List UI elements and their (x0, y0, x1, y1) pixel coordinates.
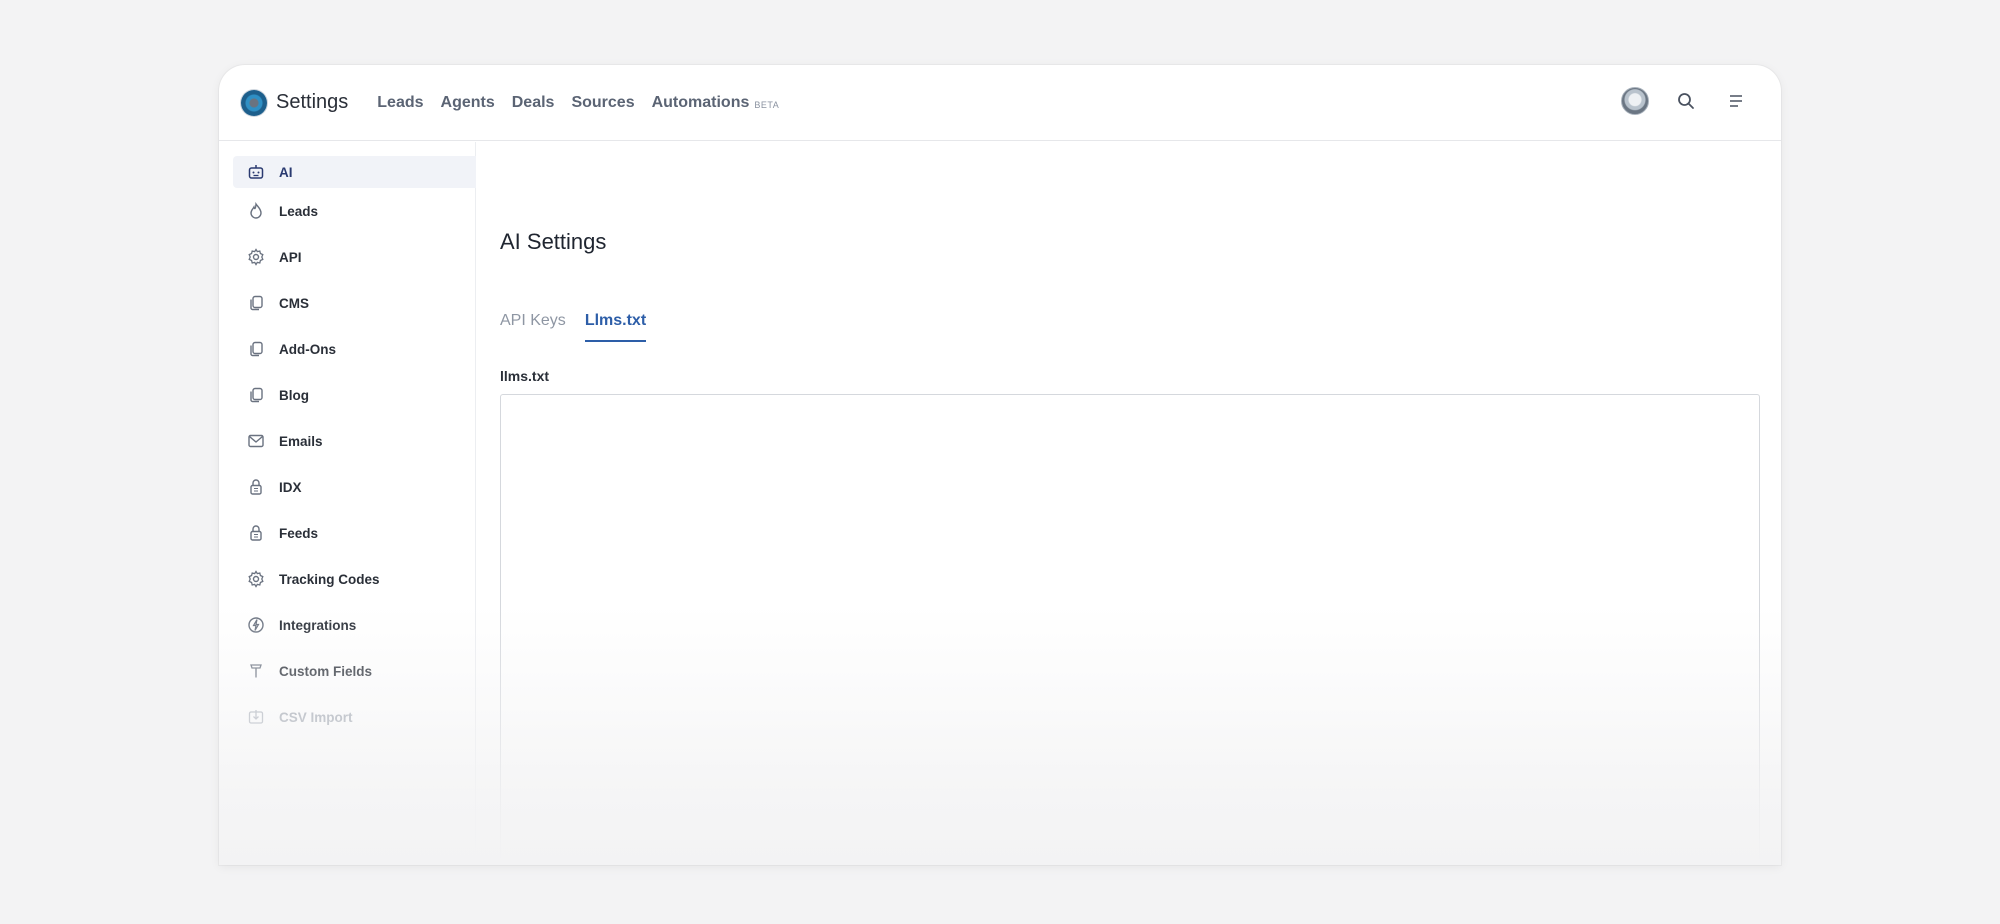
sidebar-item-label: AI (279, 164, 293, 180)
beta-badge: BETA (754, 99, 780, 110)
sidebar-item-idx[interactable]: IDX (233, 471, 476, 503)
settings-tabs: API Keys Llms.txt (500, 312, 665, 342)
llms-txt-textarea[interactable] (500, 394, 1760, 865)
copy-icon (247, 340, 265, 358)
sidebar-item-label: Custom Fields (279, 663, 373, 679)
sidebar-item-label: IDX (279, 479, 302, 495)
copy-icon (247, 386, 265, 404)
logo-icon (241, 89, 267, 116)
gear-icon (247, 248, 265, 266)
sidebar-item-feeds[interactable]: Feeds (233, 517, 476, 549)
gear-icon (247, 570, 265, 588)
tab-api-keys[interactable]: API Keys (500, 312, 566, 342)
sidebar-item-label: CSV Import (279, 709, 353, 725)
pin-icon (247, 662, 265, 680)
sidebar-item-label: Feeds (279, 525, 319, 541)
mail-icon (247, 432, 265, 450)
sidebar-item-label: Tracking Codes (279, 571, 380, 587)
tab-llms-txt[interactable]: Llms.txt (584, 312, 647, 342)
sidebar-item-label: Add-Ons (279, 341, 336, 357)
top-nav: Leads Agents Deals Sources Automations B… (377, 94, 779, 112)
nav-sources[interactable]: Sources (571, 94, 634, 112)
header-actions (1621, 87, 1747, 115)
nav-automations[interactable]: Automations (652, 94, 750, 112)
bolt-icon (247, 616, 265, 634)
settings-sidebar: AI Leads API CMS Add-Ons Blog Emails IDX… (219, 142, 476, 865)
brand[interactable]: Settings (241, 89, 349, 116)
top-header: Settings Leads Agents Deals Sources Auto… (219, 65, 1781, 141)
avatar[interactable] (1621, 87, 1649, 115)
nav-agents[interactable]: Agents (441, 94, 495, 112)
lock-icon (247, 478, 265, 496)
sidebar-item-csv-import[interactable]: CSV Import (233, 701, 476, 733)
import-icon (247, 708, 265, 726)
robot-icon (247, 163, 265, 181)
sidebar-item-emails[interactable]: Emails (233, 425, 476, 457)
flame-icon (247, 202, 265, 220)
sidebar-item-label: Integrations (279, 617, 357, 633)
settings-window: Settings Leads Agents Deals Sources Auto… (219, 65, 1781, 865)
sidebar-item-cms[interactable]: CMS (233, 287, 476, 319)
page-title: AI Settings (500, 229, 607, 254)
sidebar-item-ai[interactable]: AI (233, 156, 476, 188)
sidebar-item-label: API (279, 249, 302, 265)
app-title: Settings (276, 91, 349, 113)
sidebar-item-tracking-codes[interactable]: Tracking Codes (233, 563, 476, 595)
sidebar-item-label: Emails (279, 433, 323, 449)
nav-leads[interactable]: Leads (377, 94, 423, 112)
sidebar-item-api[interactable]: API (233, 241, 476, 273)
lock-icon (247, 524, 265, 542)
sidebar-item-label: Leads (279, 203, 319, 219)
sidebar-item-leads[interactable]: Leads (233, 195, 476, 227)
sidebar-item-label: Blog (279, 387, 309, 403)
search-icon[interactable] (1675, 90, 1697, 112)
copy-icon (247, 294, 265, 312)
sidebar-item-integrations[interactable]: Integrations (233, 609, 476, 641)
nav-deals[interactable]: Deals (512, 94, 555, 112)
llms-txt-label: llms.txt (500, 368, 550, 384)
menu-icon[interactable] (1725, 90, 1747, 112)
main-content: AI Settings API Keys Llms.txt llms.txt (500, 142, 1781, 865)
sidebar-item-add-ons[interactable]: Add-Ons (233, 333, 476, 365)
sidebar-item-blog[interactable]: Blog (233, 379, 476, 411)
sidebar-item-custom-fields[interactable]: Custom Fields (233, 655, 476, 687)
sidebar-item-label: CMS (279, 295, 309, 311)
